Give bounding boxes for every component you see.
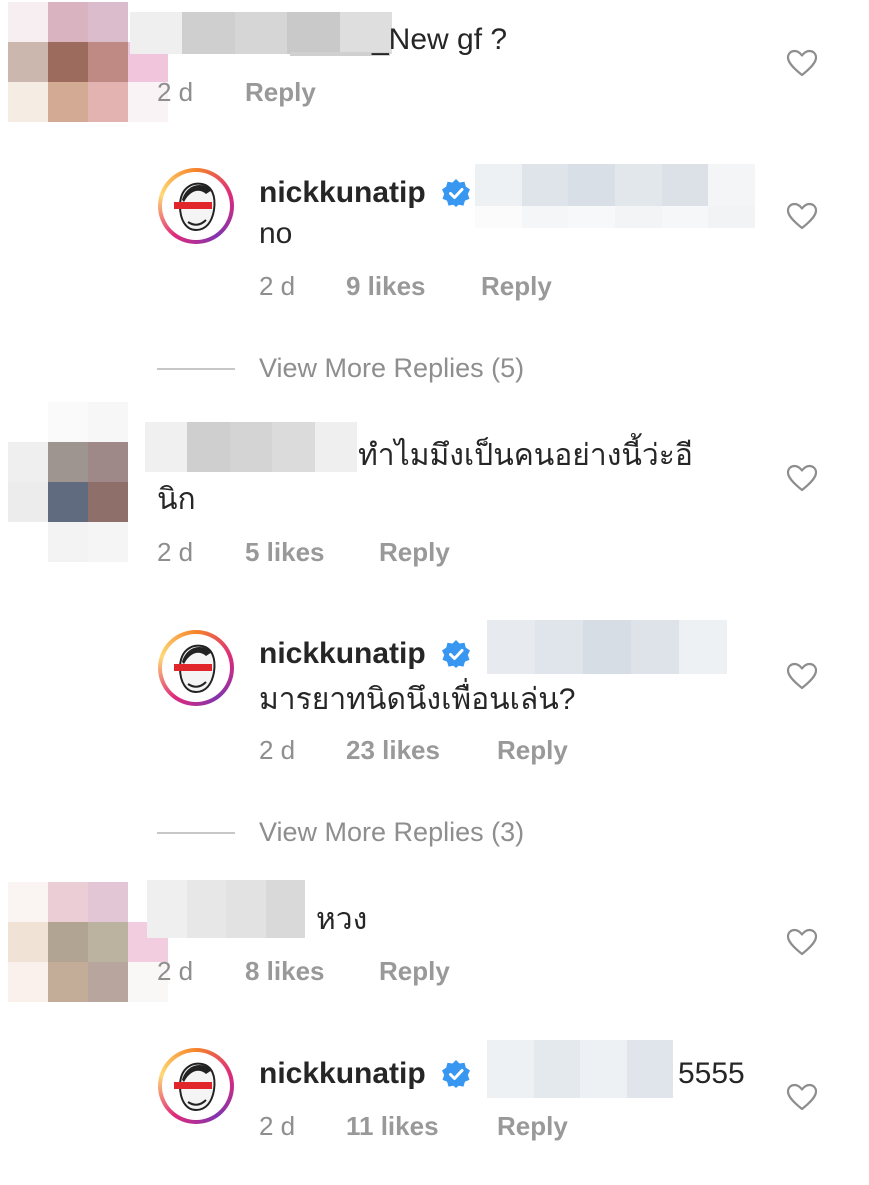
comment-time: 2 d — [157, 77, 194, 107]
redacted-username — [130, 12, 393, 54]
portrait-icon — [174, 644, 216, 694]
divider-line — [157, 832, 235, 834]
reply-username[interactable]: nickkunatip — [259, 1056, 426, 1092]
likes-count[interactable]: 5 likes — [245, 536, 325, 568]
reply-username[interactable]: nickkunatip — [259, 636, 426, 672]
heart-icon[interactable] — [786, 464, 818, 492]
portrait-icon — [174, 182, 216, 232]
view-more-label: View More Replies (5) — [259, 353, 525, 383]
redacted-mention-2 — [475, 206, 756, 228]
comment-text: หวง — [316, 903, 368, 936]
heart-icon[interactable] — [786, 1083, 818, 1111]
heart-icon[interactable] — [786, 49, 818, 77]
avatar[interactable] — [158, 630, 234, 706]
likes-count[interactable]: 11 likes — [346, 1110, 439, 1142]
view-more-replies-button[interactable]: View More Replies (3) — [157, 814, 657, 854]
comment-text: ทำไมมึงเป็นคนอย่างนี้ว่ะอี — [358, 439, 693, 472]
heart-icon[interactable] — [786, 928, 818, 956]
redacted-mention — [475, 164, 756, 206]
verified-badge-icon — [442, 640, 470, 668]
reply-2: nickkunatip มารยาทนิดนึงเพื่อนเล่น? 2 d … — [0, 620, 869, 780]
redacted-mention — [487, 620, 727, 674]
verified-badge-icon — [442, 1060, 470, 1088]
avatar[interactable] — [158, 1048, 234, 1124]
reply-username[interactable]: nickkunatip — [259, 175, 426, 211]
view-more-label: View More Replies (3) — [259, 817, 525, 847]
commenter-avatar-pixelated[interactable] — [8, 882, 168, 1002]
heart-icon[interactable] — [786, 202, 818, 230]
avatar-image — [162, 1052, 230, 1120]
reply-time: 2 d — [259, 1111, 296, 1141]
redacted-mention — [487, 1040, 673, 1098]
reply-time: 2 d — [259, 271, 296, 301]
avatar-image — [162, 172, 230, 240]
comment-time: 2 d — [157, 956, 194, 986]
likes-count[interactable]: 23 likes — [346, 734, 440, 766]
reply-1: nickkunatip no 2 d 9 likes Reply — [0, 160, 869, 310]
comment-text-line2: นิก — [157, 483, 196, 516]
likes-count[interactable]: 9 likes — [346, 270, 426, 302]
portrait-icon — [174, 1062, 216, 1112]
comment-3: หวง 2 d 8 likes Reply — [0, 880, 869, 1010]
commenter-avatar-pixelated[interactable] — [8, 402, 128, 562]
heart-icon[interactable] — [786, 662, 818, 690]
verified-badge-icon — [442, 179, 470, 207]
view-more-replies-button[interactable]: View More Replies (5) — [157, 350, 657, 390]
reply-button[interactable]: Reply — [497, 1110, 568, 1142]
redacted-username — [147, 880, 305, 938]
reply-time: 2 d — [259, 735, 296, 765]
redacted-username — [145, 422, 358, 472]
reply-button[interactable]: Reply — [379, 955, 450, 987]
reply-button[interactable]: Reply — [497, 734, 568, 766]
divider-line — [157, 368, 235, 370]
comment-2: ทำไมมึงเป็นคนอย่างนี้ว่ะอี นิก 2 d 5 lik… — [0, 400, 869, 580]
likes-count[interactable]: 8 likes — [245, 955, 325, 987]
reply-text: 5555 — [678, 1057, 745, 1090]
reply-text: no — [259, 217, 293, 250]
reply-button[interactable]: Reply — [245, 76, 316, 108]
reply-button[interactable]: Reply — [379, 536, 450, 568]
avatar-image — [162, 634, 230, 702]
comment-text: _New gf ? — [372, 23, 508, 56]
comment-1: _New gf ? 2 d Reply — [0, 0, 869, 130]
reply-3: nickkunatip 5555 2 d 11 likes Reply — [0, 1040, 869, 1180]
reply-text: มารยาทนิดนึงเพื่อนเล่น? — [259, 683, 576, 716]
comment-time: 2 d — [157, 537, 194, 567]
avatar[interactable] — [158, 168, 234, 244]
reply-button[interactable]: Reply — [481, 270, 552, 302]
